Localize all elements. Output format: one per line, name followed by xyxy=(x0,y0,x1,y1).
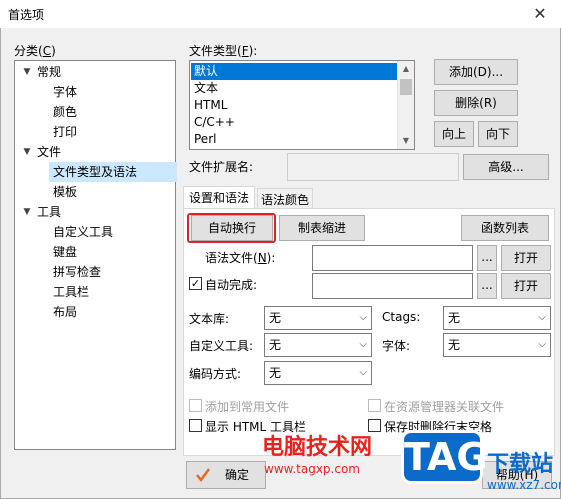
autocomplete-label: 自动完成: xyxy=(205,278,258,292)
autocomplete-browse-button[interactable]: ... xyxy=(477,273,497,299)
category-label: 分类(C) xyxy=(14,44,56,58)
syntax-file-label: 语法文件(N): xyxy=(205,251,276,265)
expander-icon-file[interactable]: ▼ xyxy=(21,146,33,158)
list-item[interactable]: 文本 xyxy=(191,80,399,97)
ctags-value: 无 xyxy=(448,311,461,325)
custom-tool-value: 无 xyxy=(269,338,282,352)
chevron-down-icon: ⌵ xyxy=(359,339,367,350)
tree-item-custom-tools[interactable]: 自定义工具 xyxy=(53,222,113,242)
tab-settings-syntax[interactable]: 设置和语法 xyxy=(183,186,255,210)
ctags-select[interactable]: 无 ⌵ xyxy=(443,306,551,330)
syntax-file-input[interactable] xyxy=(312,245,473,271)
tab-indent-button[interactable]: 制表缩进 xyxy=(279,215,365,241)
extension-label: 文件扩展名: xyxy=(189,160,254,174)
watermark-site-name: 电脑技术网 xyxy=(262,435,373,460)
scroll-thumb[interactable] xyxy=(400,79,412,95)
filetypes-list[interactable]: 默认 文本 HTML C/C++ Perl ▲ ▼ xyxy=(189,60,415,150)
library-value: 无 xyxy=(269,311,282,325)
list-item[interactable]: C/C++ xyxy=(191,114,399,131)
filetypes-scrollbar[interactable]: ▲ ▼ xyxy=(397,61,414,149)
add-button[interactable]: 添加(D)... xyxy=(434,59,518,85)
encoding-value: 无 xyxy=(269,366,282,380)
move-up-button[interactable]: 向上 xyxy=(434,121,474,147)
add-to-common-checkbox[interactable] xyxy=(189,399,202,412)
autocomplete-open-button[interactable]: 打开 xyxy=(501,273,551,299)
tree-item-template[interactable]: 模板 xyxy=(53,182,77,202)
tree-item-toolbar[interactable]: 工具栏 xyxy=(53,282,89,302)
list-item[interactable]: HTML xyxy=(191,97,399,114)
autocomplete-input[interactable] xyxy=(312,273,473,299)
add-to-common-label: 添加到常用文件 xyxy=(205,400,290,414)
scroll-up-icon[interactable]: ▲ xyxy=(398,61,414,77)
ok-button[interactable]: 确定 xyxy=(186,461,266,489)
tree-item-spellcheck[interactable]: 拼写检查 xyxy=(53,262,101,282)
check-icon xyxy=(196,468,211,483)
show-html-toolbar-checkbox[interactable] xyxy=(189,419,202,432)
tree-item-keyboard[interactable]: 键盘 xyxy=(53,242,77,262)
tree-item-general[interactable]: 常规 xyxy=(37,62,61,82)
chevron-down-icon: ⌵ xyxy=(359,312,367,323)
window-title: 首选项 xyxy=(8,8,45,22)
tag-url: www.xz7.com xyxy=(487,478,561,492)
library-label: 文本库: xyxy=(189,312,230,326)
tree-item-color[interactable]: 颜色 xyxy=(53,102,77,122)
tab-syntax-color[interactable]: 语法颜色 xyxy=(257,188,313,210)
tree-item-file-types[interactable]: 文件类型及语法 xyxy=(49,162,177,182)
move-down-button[interactable]: 向下 xyxy=(478,121,518,147)
filetypes-label: 文件类型(F): xyxy=(189,44,258,58)
remove-button[interactable]: 删除(R) xyxy=(434,90,518,116)
encoding-select[interactable]: 无 ⌵ xyxy=(264,361,372,385)
title-bar xyxy=(0,0,561,28)
associate-explorer-checkbox[interactable] xyxy=(368,399,381,412)
tag-title: 下载站 xyxy=(487,452,554,477)
font-label: 字体: xyxy=(382,339,411,353)
chevron-down-icon: ⌵ xyxy=(359,367,367,378)
tree-item-print[interactable]: 打印 xyxy=(53,122,77,142)
custom-tool-select[interactable]: 无 ⌵ xyxy=(264,333,372,357)
advanced-button[interactable]: 高级... xyxy=(463,154,549,180)
syntax-file-browse-button[interactable]: ... xyxy=(477,245,497,271)
chevron-down-icon: ⌵ xyxy=(538,312,546,323)
syntax-file-open-button[interactable]: 打开 xyxy=(501,245,551,271)
close-icon[interactable]: ✕ xyxy=(528,2,552,26)
library-select[interactable]: 无 ⌵ xyxy=(264,306,372,330)
chevron-down-icon: ⌵ xyxy=(538,339,546,350)
function-list-button[interactable]: 函数列表 xyxy=(461,215,549,241)
category-tree[interactable]: ▼ 常规 字体 颜色 打印 ▼ 文件 文件类型及语法 模板 ▼ 工具 自定义工具… xyxy=(14,60,177,450)
tree-item-tools[interactable]: 工具 xyxy=(37,202,61,222)
ok-label: 确定 xyxy=(224,468,249,482)
watermark-site-url: www.tagxp.com xyxy=(264,462,360,476)
tree-item-file[interactable]: 文件 xyxy=(37,142,61,162)
list-item[interactable]: 默认 xyxy=(191,63,399,80)
expander-icon-tools[interactable]: ▼ xyxy=(21,206,33,218)
list-item[interactable]: Perl xyxy=(191,131,399,148)
highlight-box xyxy=(187,213,276,243)
extension-field[interactable] xyxy=(287,153,459,181)
scroll-down-icon[interactable]: ▼ xyxy=(398,133,414,149)
custom-tool-label: 自定义工具: xyxy=(189,339,254,353)
encoding-label: 编码方式: xyxy=(189,367,242,381)
autocomplete-checkbox[interactable]: ✓ xyxy=(189,277,202,290)
associate-explorer-label: 在资源管理器关联文件 xyxy=(384,400,505,414)
expander-icon-general[interactable]: ▼ xyxy=(21,66,33,78)
tree-item-font[interactable]: 字体 xyxy=(53,82,77,102)
tag-logo: TAG xyxy=(401,430,488,484)
ctags-label: Ctags: xyxy=(382,310,421,324)
font-select[interactable]: 无 ⌵ xyxy=(443,333,551,357)
tree-item-layout[interactable]: 布局 xyxy=(53,302,77,322)
font-value: 无 xyxy=(448,338,461,352)
